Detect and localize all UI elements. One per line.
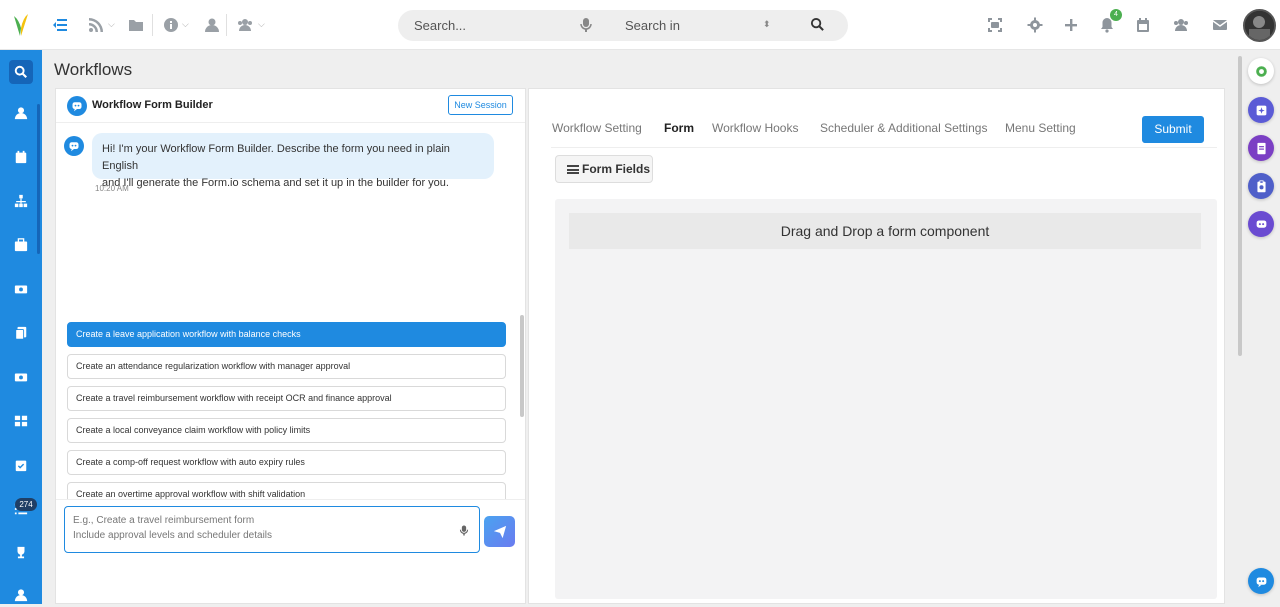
- sidebar-badge: 274: [15, 498, 37, 511]
- suggestion-chip[interactable]: Create a travel reimbursement workflow w…: [67, 386, 506, 411]
- sidebar-item-leave[interactable]: [9, 233, 33, 257]
- tab-form[interactable]: Form: [664, 121, 694, 135]
- message-timestamp: 10:20 AM: [95, 184, 129, 193]
- form-fields-label: Form Fields: [582, 162, 651, 176]
- app-logo[interactable]: [10, 12, 32, 38]
- form-builder-chat-panel: Workflow Form Builder New Session Hi! I'…: [55, 88, 526, 604]
- page-title: Workflows: [54, 60, 133, 79]
- profile-icon: [14, 589, 28, 602]
- send-icon: [493, 525, 506, 538]
- money-icon: [14, 285, 28, 294]
- briefcase-icon: [14, 238, 28, 252]
- submit-button[interactable]: Submit: [1142, 116, 1204, 143]
- chevron-down-icon[interactable]: ⌵: [108, 19, 115, 30]
- dropzone-label: Drag and Drop a form component: [569, 213, 1201, 249]
- suggestion-chip[interactable]: Create an attendance regularization work…: [67, 354, 506, 379]
- sidebar-item-tasks[interactable]: [9, 453, 33, 477]
- info-icon[interactable]: [161, 15, 181, 35]
- send-button[interactable]: [484, 516, 515, 547]
- dashboard-icon: [14, 415, 28, 427]
- search-scope-select[interactable]: Search in: [625, 18, 680, 33]
- divider: [152, 14, 153, 36]
- page-scrollbar[interactable]: [1238, 56, 1242, 356]
- tab-workflow-setting[interactable]: Workflow Setting: [552, 121, 642, 135]
- global-search: Search... Search in ⬍: [398, 10, 848, 41]
- users-icon[interactable]: [235, 15, 255, 35]
- chat-header: Workflow Form Builder New Session: [56, 89, 525, 123]
- sidebar-item-organization[interactable]: [9, 189, 33, 213]
- form-fields-button[interactable]: Form Fields: [555, 155, 653, 183]
- search-icon: [14, 65, 27, 78]
- document-ai-icon[interactable]: [1248, 135, 1274, 161]
- sidebar-scrollbar[interactable]: [37, 104, 40, 254]
- user-icon: [14, 107, 28, 120]
- divider: [226, 14, 227, 36]
- sidebar-item-payroll[interactable]: [9, 277, 33, 301]
- bot-message-line: Hi! I'm your Workflow Form Builder. Desc…: [102, 143, 450, 172]
- gear-icon[interactable]: [1025, 15, 1045, 35]
- sidebar-item-expenses[interactable]: [9, 365, 33, 389]
- search-input[interactable]: Search...: [414, 18, 466, 33]
- search-icon[interactable]: [810, 17, 825, 32]
- sidebar-item-documents[interactable]: [9, 321, 33, 345]
- sidebar-item-account[interactable]: [9, 583, 33, 607]
- plus-icon[interactable]: [1061, 15, 1081, 35]
- chat-assistant-icon[interactable]: [1248, 211, 1274, 237]
- user-icon[interactable]: [202, 15, 222, 35]
- suggestion-chip[interactable]: Create a local conveyance claim workflow…: [67, 418, 506, 443]
- calendar-icon[interactable]: [1133, 15, 1153, 35]
- tab-workflow-hooks[interactable]: Workflow Hooks: [712, 121, 798, 135]
- left-sidebar: 274: [0, 50, 42, 604]
- microphone-icon[interactable]: [459, 524, 469, 537]
- menu-toggle-icon[interactable]: [50, 15, 70, 35]
- scan-icon[interactable]: [985, 15, 1005, 35]
- new-session-button[interactable]: New Session: [448, 95, 513, 115]
- clipboard-icon[interactable]: [1248, 173, 1274, 199]
- chat-title: Workflow Form Builder: [92, 99, 213, 111]
- chevron-down-icon[interactable]: ⌵: [258, 19, 265, 30]
- chat-composer: E.g., Create a travel reimbursement form…: [56, 499, 525, 603]
- trophy-icon: [17, 546, 25, 559]
- chatbot-launcher-icon[interactable]: [1248, 568, 1274, 594]
- calendar-icon: [15, 150, 27, 164]
- mail-icon[interactable]: [1210, 15, 1230, 35]
- cash-icon: [14, 373, 28, 382]
- hamburger-icon: [567, 165, 579, 174]
- support-icon[interactable]: [1248, 58, 1274, 84]
- notification-badge: 4: [1110, 9, 1122, 21]
- rss-icon[interactable]: [86, 15, 106, 35]
- sidebar-item-rewards[interactable]: [9, 541, 33, 565]
- ai-assistant-icon[interactable]: [1248, 97, 1274, 123]
- form-dropzone[interactable]: Drag and Drop a form component: [555, 199, 1217, 599]
- tab-scheduler-settings[interactable]: Scheduler & Additional Settings: [820, 121, 987, 135]
- workflow-builder-panel: Workflow Setting Form Workflow Hooks Sch…: [528, 88, 1225, 604]
- documents-icon: [15, 326, 27, 340]
- placeholder-line: Include approval levels and scheduler de…: [73, 530, 273, 541]
- suggestions-scrollbar[interactable]: [520, 315, 524, 417]
- select-arrows-icon[interactable]: ⬍: [763, 19, 771, 30]
- tab-divider: [551, 147, 1217, 148]
- team-icon[interactable]: [1171, 15, 1191, 35]
- bot-avatar-icon: [64, 136, 84, 156]
- bot-message: Hi! I'm your Workflow Form Builder. Desc…: [92, 133, 494, 189]
- bot-icon: [67, 96, 87, 116]
- tab-menu-setting[interactable]: Menu Setting: [1005, 121, 1076, 135]
- suggestion-chip[interactable]: Create a comp-off request workflow with …: [67, 450, 506, 475]
- avatar[interactable]: [1243, 9, 1276, 42]
- prompt-textarea[interactable]: E.g., Create a travel reimbursement form…: [64, 506, 480, 553]
- suggestion-chip[interactable]: Create a leave application workflow with…: [67, 322, 506, 347]
- sidebar-item-calendar[interactable]: [9, 145, 33, 169]
- sidebar-item-search[interactable]: [9, 60, 33, 84]
- chevron-down-icon[interactable]: ⌵: [182, 19, 189, 30]
- sidebar-item-profile[interactable]: [9, 101, 33, 125]
- placeholder-line: E.g., Create a travel reimbursement form: [73, 515, 255, 526]
- org-chart-icon: [14, 194, 28, 208]
- folder-icon[interactable]: [126, 15, 146, 35]
- top-bar: ⌵ ⌵ ⌵ Search... Search in ⬍ 4: [0, 0, 1280, 50]
- bot-message-line: and I'll generate the Form.io schema and…: [102, 177, 449, 189]
- sidebar-item-dashboard[interactable]: [9, 409, 33, 433]
- microphone-icon[interactable]: [579, 17, 593, 33]
- tasks-icon: [15, 460, 27, 472]
